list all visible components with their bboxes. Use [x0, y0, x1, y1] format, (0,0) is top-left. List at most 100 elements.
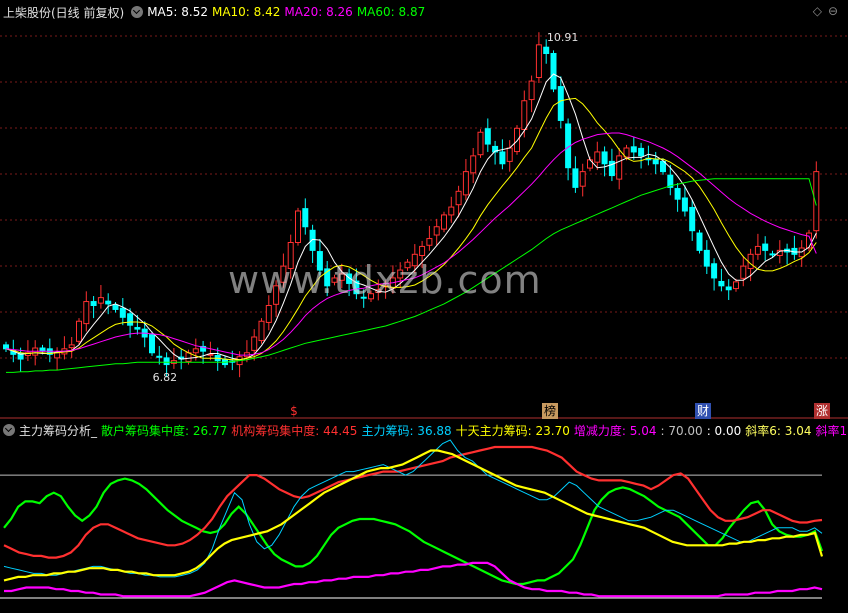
- chevron-down-icon[interactable]: [3, 424, 15, 436]
- candle-body[interactable]: [769, 253, 776, 256]
- indicator-line: [3, 449, 824, 582]
- ma-legend-item: MA60: 8.87: [356, 5, 426, 19]
- candle-body[interactable]: [630, 146, 637, 153]
- candle-body[interactable]: [3, 344, 9, 350]
- candle-body[interactable]: [638, 147, 645, 157]
- candle-body[interactable]: [543, 46, 550, 55]
- indicator-legend-item: 斜率6: 3.04: [745, 423, 812, 438]
- candle-body[interactable]: [251, 336, 258, 351]
- candle-body[interactable]: [681, 197, 688, 212]
- indicator-legend-item: : 0.00: [706, 423, 742, 438]
- candle-body[interactable]: [302, 208, 309, 228]
- candle-body[interactable]: [528, 80, 535, 101]
- chart-canvas: 10.91 6.82: [0, 31, 848, 599]
- candle-body[interactable]: [192, 348, 199, 354]
- stock-title[interactable]: 上柴股份(日线 前复权): [3, 4, 124, 21]
- candle-body[interactable]: [448, 206, 455, 216]
- candle-body[interactable]: [557, 86, 564, 121]
- candle-body[interactable]: [696, 232, 703, 251]
- candle-body[interactable]: [733, 281, 739, 290]
- event-marker[interactable]: 财: [695, 403, 711, 419]
- event-marker[interactable]: 榜: [542, 403, 558, 419]
- watermark: www.tdxzb.com: [228, 258, 542, 302]
- candle-body[interactable]: [550, 53, 557, 90]
- candle-body[interactable]: [484, 128, 491, 145]
- indicator-legend-item: 十天主力筹码: 23.70: [455, 423, 570, 438]
- indicator-legend-item: 机构筹码集中度: 44.45: [231, 423, 358, 438]
- event-marker[interactable]: $: [286, 403, 302, 419]
- indicator-header: 主力筹码分析_ 散户筹码集中度: 26.77 机构筹码集中度: 44.45 主力筹码…: [0, 420, 848, 440]
- event-marker[interactable]: 涨: [814, 403, 830, 419]
- candle-body[interactable]: [521, 100, 528, 130]
- candle-body[interactable]: [747, 253, 754, 269]
- indicator-line: [3, 445, 823, 559]
- low-price-label: 6.82: [153, 371, 178, 384]
- indicator-legend: 散户筹码集中度: 26.77 机构筹码集中度: 44.45 主力筹码: 36.88 十…: [101, 422, 848, 439]
- indicator-name[interactable]: 主力筹码分析_: [19, 422, 97, 439]
- candle-body[interactable]: [258, 320, 265, 342]
- price-panel[interactable]: 10.91 6.82: [3, 31, 820, 384]
- indicator-legend-item: 散户筹码集中度: 26.77: [101, 423, 228, 438]
- candle-body[interactable]: [119, 307, 126, 318]
- candle-body[interactable]: [572, 168, 579, 188]
- candle-body[interactable]: [711, 263, 718, 279]
- candle-body[interactable]: [703, 249, 710, 267]
- indicator-line: [4, 561, 823, 598]
- candle-body[interactable]: [674, 188, 681, 200]
- candle-body[interactable]: [718, 280, 725, 287]
- candle-body[interactable]: [514, 127, 520, 153]
- price-header: 上柴股份(日线 前复权) MA5: 8.52 MA10: 8.42 MA20: 8.…: [0, 2, 433, 22]
- candle-body[interactable]: [594, 151, 601, 163]
- indicator-legend-item: 主力筹码: 36.88: [361, 423, 452, 438]
- candle-body[interactable]: [309, 229, 316, 251]
- candle-body[interactable]: [499, 151, 506, 165]
- diamond-icon[interactable]: ◇: [813, 4, 828, 18]
- candle-body[interactable]: [83, 301, 90, 325]
- candle-body[interactable]: [535, 44, 542, 79]
- candle-body[interactable]: [419, 245, 426, 256]
- candle-body[interactable]: [506, 147, 513, 162]
- indicator-panel[interactable]: [0, 439, 824, 599]
- candle-body[interactable]: [601, 151, 608, 165]
- menu-icon[interactable]: ⊖: [828, 4, 844, 18]
- candle-body[interactable]: [433, 226, 440, 236]
- candle-body[interactable]: [652, 159, 659, 165]
- candle-body[interactable]: [579, 171, 586, 187]
- ma-legend-item: MA10: 8.42: [211, 5, 281, 19]
- candle-body[interactable]: [265, 305, 272, 323]
- candle-body[interactable]: [689, 206, 696, 232]
- candle-body[interactable]: [455, 190, 462, 206]
- ma-legend: MA5: 8.52 MA10: 8.42 MA20: 8.26 MA60: 8.87: [147, 5, 429, 19]
- candle-body[interactable]: [68, 344, 75, 349]
- candle-body[interactable]: [477, 131, 484, 156]
- candle-body[interactable]: [295, 210, 301, 243]
- candle-body[interactable]: [725, 286, 732, 291]
- indicator-legend-item: 增减力度: 5.04: [573, 423, 657, 438]
- candle-body[interactable]: [754, 245, 761, 255]
- candle-body[interactable]: [97, 297, 104, 304]
- candle-body[interactable]: [156, 355, 163, 358]
- candle-body[interactable]: [813, 171, 820, 232]
- candle-body[interactable]: [426, 238, 433, 246]
- candle-body[interactable]: [441, 214, 447, 230]
- candle-body[interactable]: [54, 352, 61, 359]
- chevron-down-icon[interactable]: [131, 6, 144, 18]
- candle-body[interactable]: [740, 265, 747, 279]
- candle-body[interactable]: [163, 357, 170, 366]
- indicator-legend-item: 斜率12: 1.6: [815, 423, 848, 438]
- candle-body[interactable]: [76, 320, 82, 342]
- candle-body[interactable]: [134, 327, 141, 330]
- panel-controls[interactable]: ◇⊖: [813, 4, 844, 18]
- candle-body[interactable]: [149, 334, 155, 354]
- candle-body[interactable]: [90, 301, 97, 306]
- candle-body[interactable]: [616, 155, 623, 180]
- ma-legend-item: MA5: 8.52: [147, 5, 208, 19]
- indicator-legend-item: : 70.00: [660, 423, 703, 438]
- candle-body[interactable]: [470, 155, 477, 174]
- candle-body[interactable]: [127, 313, 134, 326]
- high-price-label: 10.91: [547, 31, 579, 44]
- candle-body[interactable]: [762, 243, 769, 251]
- candle-body[interactable]: [112, 304, 119, 310]
- candle-body[interactable]: [462, 171, 469, 196]
- candle-body[interactable]: [105, 300, 112, 305]
